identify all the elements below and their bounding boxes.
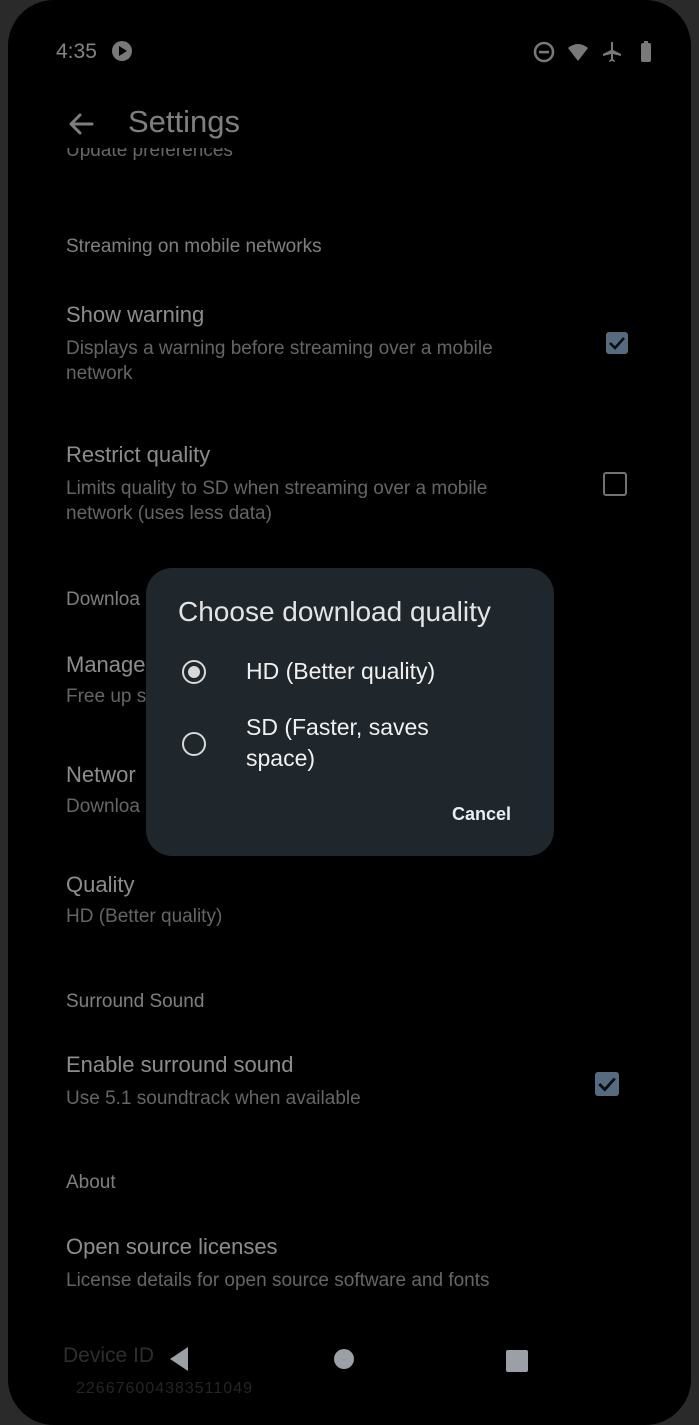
surround-sound-checkbox[interactable] (595, 1072, 619, 1096)
pref-summary: Displays a warning before streaming over… (66, 338, 493, 384)
battery-icon (635, 41, 657, 63)
pref-title: Show warning (66, 302, 205, 327)
show-warning-preference[interactable]: Show warning Displays a warning before s… (50, 296, 650, 394)
pref-title: Networ (66, 762, 136, 787)
section-header-surround: Surround Sound (66, 991, 205, 1012)
pref-summary: Limits quality to SD when streaming over… (66, 478, 488, 524)
section-header-downloads: Downloa (66, 589, 140, 610)
pref-title: Open source licenses (66, 1234, 278, 1259)
radio-label: HD (Better quality) (246, 658, 436, 684)
quality-preference[interactable]: Quality HD (Better quality) (50, 866, 650, 936)
section-header-streaming: Streaming on mobile networks (66, 236, 322, 257)
nav-recents-button[interactable] (506, 1350, 528, 1372)
download-quality-dialog: Choose download quality HD (Better quali… (146, 568, 554, 856)
scrolled-preference-peek: Update preferences (66, 148, 233, 161)
status-time: 4:35 (56, 40, 97, 63)
pref-title: Enable surround sound (66, 1052, 294, 1077)
pref-summary: HD (Better quality) (66, 906, 223, 927)
dialog-title: Choose download quality (178, 596, 491, 627)
pref-title: Restrict quality (66, 442, 211, 467)
pref-title: Manage (66, 652, 146, 677)
page-title: Settings (128, 104, 241, 139)
nav-home-button[interactable] (334, 1349, 354, 1369)
checkmark-icon (609, 337, 625, 350)
nav-back-button[interactable] (168, 1346, 190, 1372)
app-notification-icon (111, 40, 133, 62)
phone-screen: 4:35 Settings Update preferences Streami… (8, 0, 691, 1425)
nav-back-icon (170, 1347, 188, 1371)
radio-button-sd[interactable] (182, 732, 206, 756)
app-bar: Settings (8, 92, 691, 152)
radio-option-sd[interactable]: SD (Faster, saves space) (176, 710, 496, 776)
radio-label: SD (Faster, saves space) (246, 714, 429, 771)
restrict-quality-checkbox[interactable] (603, 472, 627, 496)
back-arrow-icon (69, 113, 94, 135)
surround-sound-preference[interactable]: Enable surround sound Use 5.1 soundtrack… (50, 1046, 650, 1120)
open-source-licenses-preference[interactable]: Open source licenses License details for… (50, 1230, 650, 1294)
airplane-icon (601, 41, 623, 63)
status-bar: 4:35 (8, 34, 691, 68)
restrict-quality-preference[interactable]: Restrict quality Limits quality to SD wh… (50, 434, 650, 532)
checkmark-icon (598, 1077, 616, 1092)
do-not-disturb-icon (533, 41, 555, 63)
section-header-about: About (66, 1172, 116, 1193)
show-warning-checkbox[interactable] (606, 332, 628, 354)
device-id-title: Device ID (63, 1344, 155, 1367)
device-id-value: 226676004383511049 (76, 1380, 253, 1397)
cancel-button[interactable]: Cancel (452, 804, 511, 825)
wifi-icon (567, 41, 589, 63)
pref-summary: License details for open source software… (66, 1270, 490, 1291)
back-button[interactable] (64, 106, 100, 142)
pref-summary: Use 5.1 soundtrack when available (66, 1088, 361, 1109)
radio-option-hd[interactable]: HD (Better quality) (176, 652, 496, 692)
status-icons (533, 41, 657, 63)
radio-button-hd[interactable] (182, 660, 206, 684)
pref-title: Quality (66, 872, 135, 897)
